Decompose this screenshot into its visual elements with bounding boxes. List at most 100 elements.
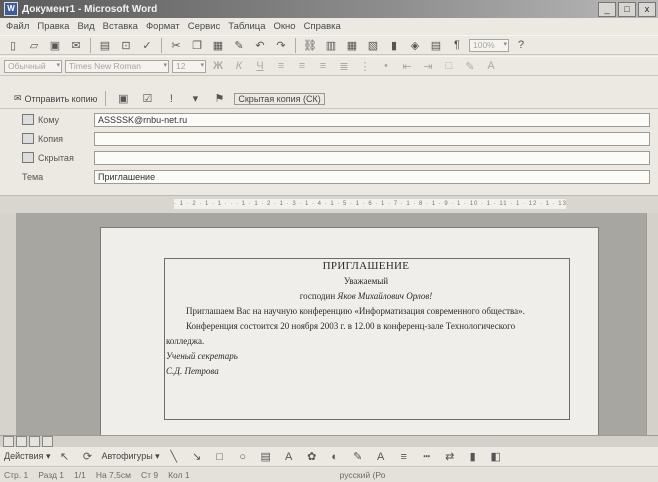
address-book-icon[interactable]: ▣ xyxy=(114,90,132,107)
menu-help[interactable]: Справка xyxy=(304,21,341,32)
rotate-icon[interactable]: ⟳ xyxy=(78,448,96,465)
horizontal-ruler[interactable]: · 1 · 2 · 1 · 1 · · · 1 · 1 · 2 · 1 · 3 … xyxy=(0,195,658,214)
line-color-icon[interactable]: ✎ xyxy=(349,448,367,465)
send-copy-label: Отправить копию xyxy=(24,93,98,104)
cc-field-label[interactable]: Копия xyxy=(0,133,92,144)
clipart-icon[interactable]: ✿ xyxy=(303,448,321,465)
vertical-ruler[interactable] xyxy=(0,213,17,435)
maximize-button[interactable]: □ xyxy=(618,2,636,17)
drawing-icon[interactable]: ◈ xyxy=(406,37,424,54)
menu-file[interactable]: Файл xyxy=(6,21,29,32)
oval-icon[interactable]: ○ xyxy=(234,448,252,465)
to-field-input[interactable]: ASSSSK@rnbu-net.ru xyxy=(94,112,650,127)
arrow-icon[interactable]: ↘ xyxy=(188,448,206,465)
help-icon[interactable]: ? xyxy=(512,37,530,54)
insert-table-icon[interactable]: ▦ xyxy=(343,37,361,54)
align-left-icon[interactable]: ≡ xyxy=(272,58,290,75)
document-map-icon[interactable]: ▤ xyxy=(427,37,445,54)
importance-icon[interactable]: ! xyxy=(162,90,180,107)
select-objects-icon[interactable]: ↖ xyxy=(55,448,73,465)
print-icon[interactable]: ▤ xyxy=(96,37,114,54)
font-size-value: 12 xyxy=(176,61,186,71)
redo-icon[interactable]: ↷ xyxy=(272,37,290,54)
font-select[interactable]: Times New Roman ▾ xyxy=(65,59,169,73)
menu-tools[interactable]: Сервис xyxy=(188,21,221,32)
wordart-icon[interactable]: A xyxy=(280,448,298,465)
bullets-icon[interactable]: • xyxy=(377,58,395,75)
italic-icon[interactable]: К xyxy=(230,58,248,75)
bcc-button[interactable]: Скрытая копия (СК) xyxy=(234,92,325,105)
vertical-scrollbar[interactable] xyxy=(646,213,658,435)
bold-icon[interactable]: Ж xyxy=(209,58,227,75)
increase-indent-icon[interactable]: ⇥ xyxy=(419,58,437,75)
shadow-icon[interactable]: ▮ xyxy=(464,448,482,465)
zoom-select[interactable]: 100% ▾ xyxy=(469,38,509,52)
copy-icon[interactable]: ❐ xyxy=(188,37,206,54)
rectangle-icon[interactable]: □ xyxy=(211,448,229,465)
status-page: Стр. 1 xyxy=(4,470,29,480)
attach-icon[interactable]: ▾ xyxy=(186,90,204,107)
outline-view-button[interactable] xyxy=(42,436,53,447)
word-app-icon[interactable]: W xyxy=(4,2,18,16)
autoshapes-menu[interactable]: Автофигуры ▾ xyxy=(101,451,159,462)
bcc-field-input[interactable] xyxy=(94,150,650,165)
show-hide-icon[interactable]: ¶ xyxy=(448,37,466,54)
address-book-icon xyxy=(22,133,34,144)
document-text[interactable]: ПРИГЛАШЕНИЕ Уважаемый господин Яков Миха… xyxy=(166,261,566,381)
menu-window[interactable]: Окно xyxy=(273,21,295,32)
flag-icon[interactable]: ⚑ xyxy=(210,90,228,107)
paste-icon[interactable]: ▦ xyxy=(209,37,227,54)
format-painter-icon[interactable]: ✎ xyxy=(230,37,248,54)
tables-borders-icon[interactable]: ▥ xyxy=(322,37,340,54)
new-document-icon[interactable]: ▯ xyxy=(4,37,22,54)
bcc-field-label[interactable]: Скрытая xyxy=(0,152,92,163)
save-icon[interactable]: ▣ xyxy=(46,37,64,54)
style-select[interactable]: Обычный ▾ xyxy=(4,59,62,73)
document-page[interactable]: ПРИГЛАШЕНИЕ Уважаемый господин Яков Миха… xyxy=(100,227,599,435)
undo-icon[interactable]: ↶ xyxy=(251,37,269,54)
drawing-actions-menu[interactable]: Действия ▾ xyxy=(4,451,50,462)
bcc-label: Скрытая копия (СК) xyxy=(238,93,321,104)
numbering-icon[interactable]: ⋮ xyxy=(356,58,374,75)
cc-field-input[interactable] xyxy=(94,131,650,146)
menu-table[interactable]: Таблица xyxy=(228,21,265,32)
align-right-icon[interactable]: ≡ xyxy=(314,58,332,75)
close-button[interactable]: x xyxy=(638,2,656,17)
insert-excel-icon[interactable]: ▧ xyxy=(364,37,382,54)
minimize-button[interactable]: _ xyxy=(598,2,616,17)
font-size-select[interactable]: 12 ▾ xyxy=(172,59,206,73)
subject-field-input[interactable]: Приглашение xyxy=(94,169,650,184)
dash-style-icon[interactable]: ┅ xyxy=(418,448,436,465)
print-preview-icon[interactable]: ⊡ xyxy=(117,37,135,54)
menu-insert[interactable]: Вставка xyxy=(103,21,138,32)
textbox-icon[interactable]: ▤ xyxy=(257,448,275,465)
font-color-icon[interactable]: A xyxy=(482,58,500,75)
web-layout-button[interactable] xyxy=(16,436,27,447)
columns-icon[interactable]: ▮ xyxy=(385,37,403,54)
fill-color-icon[interactable]: ◐ xyxy=(326,448,344,465)
open-folder-icon[interactable]: ▱ xyxy=(25,37,43,54)
highlight-icon[interactable]: ✎ xyxy=(461,58,479,75)
line-icon[interactable]: ╲ xyxy=(165,448,183,465)
send-mail-icon[interactable]: ✉ xyxy=(67,37,85,54)
border-icon[interactable]: □ xyxy=(440,58,458,75)
normal-view-button[interactable] xyxy=(3,436,14,447)
decrease-indent-icon[interactable]: ⇤ xyxy=(398,58,416,75)
print-layout-button[interactable] xyxy=(29,436,40,447)
3d-icon[interactable]: ◧ xyxy=(487,448,505,465)
to-field-label[interactable]: Кому xyxy=(0,114,92,125)
arrow-style-icon[interactable]: ⇄ xyxy=(441,448,459,465)
align-center-icon[interactable]: ≡ xyxy=(293,58,311,75)
justify-icon[interactable]: ≣ xyxy=(335,58,353,75)
underline-icon[interactable]: Ч xyxy=(251,58,269,75)
cut-icon[interactable]: ✂ xyxy=(167,37,185,54)
spelling-icon[interactable]: ✓ xyxy=(138,37,156,54)
menu-view[interactable]: Вид xyxy=(77,21,94,32)
send-copy-button[interactable]: ✉ Отправить копию xyxy=(14,93,97,104)
font-color-icon[interactable]: A xyxy=(372,448,390,465)
menu-format[interactable]: Формат xyxy=(146,21,180,32)
menu-edit[interactable]: Правка xyxy=(37,21,69,32)
check-names-icon[interactable]: ☑ xyxy=(138,90,156,107)
line-style-icon[interactable]: ≡ xyxy=(395,448,413,465)
hyperlink-icon[interactable]: ⛓ xyxy=(301,37,319,54)
